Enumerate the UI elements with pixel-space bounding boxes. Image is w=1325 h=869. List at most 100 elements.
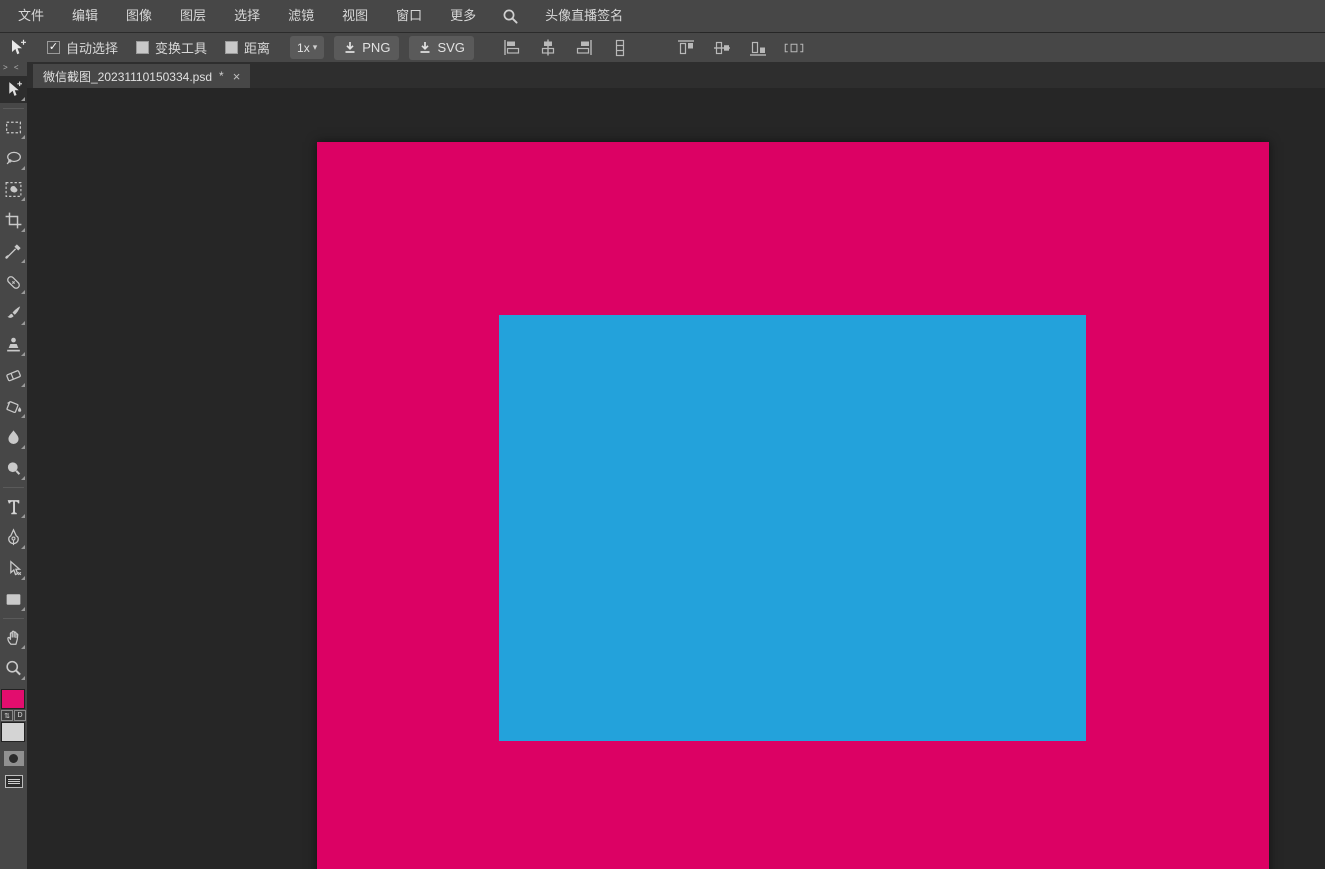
menu-image[interactable]: 图像	[112, 0, 166, 32]
checkbox-transform-controls[interactable]: 变换工具	[136, 38, 207, 57]
tool-zoom[interactable]	[0, 655, 27, 682]
subtool-corner	[21, 476, 25, 480]
menu-layer[interactable]: 图层	[166, 0, 220, 32]
tool-eyedropper[interactable]	[0, 238, 27, 265]
tool-blur[interactable]	[0, 424, 27, 451]
subtool-corner	[21, 645, 25, 649]
menu-edit[interactable]: 编辑	[58, 0, 112, 32]
align-left-icon[interactable]	[502, 38, 522, 58]
search-icon[interactable]	[490, 8, 531, 25]
tool-rectangle-select[interactable]	[0, 114, 27, 141]
checkbox-distance[interactable]: 距离	[225, 38, 270, 57]
blue-rectangle-layer[interactable]	[499, 315, 1086, 741]
tool-group-divider	[3, 618, 24, 619]
subtool-corner	[21, 545, 25, 549]
tool-direct-select[interactable]	[0, 555, 27, 582]
tool-group-divider	[3, 487, 24, 488]
tool-pen[interactable]	[0, 524, 27, 551]
main-area: > <	[0, 62, 1325, 869]
subtool-corner	[21, 414, 25, 418]
psd-document[interactable]	[317, 142, 1269, 869]
document-tab[interactable]: 微信截图_20231110150334.psd * ×	[33, 64, 250, 88]
menu-file[interactable]: 文件	[4, 0, 58, 32]
background-color-swatch[interactable]	[1, 722, 25, 742]
tool-paint-bucket[interactable]	[0, 393, 27, 420]
export-svg-label: SVG	[437, 40, 464, 55]
color-picker-controls: ⇅ D	[1, 710, 27, 721]
default-colors-button[interactable]: D	[14, 710, 26, 721]
tab-bar: 微信截图_20231110150334.psd * ×	[27, 62, 1325, 88]
subtool-corner	[21, 676, 25, 680]
tool-dodge[interactable]	[0, 455, 27, 482]
tool-group-divider	[3, 108, 24, 109]
sidebar-collapse-toggle[interactable]: > <	[0, 62, 21, 74]
quick-mask-icon	[9, 754, 18, 763]
checkbox-box[interactable]	[136, 41, 149, 54]
align-top-icon[interactable]	[676, 38, 696, 58]
subtool-corner	[21, 166, 25, 170]
subtool-corner	[21, 352, 25, 356]
checkbox-auto-select[interactable]: ✓ 自动选择	[47, 38, 118, 57]
checkbox-label: 距离	[244, 38, 270, 57]
swap-colors-button[interactable]: ⇅	[1, 710, 13, 721]
tool-lasso[interactable]	[0, 145, 27, 172]
align-center-horizontal-icon[interactable]	[538, 38, 558, 58]
quick-mask-button[interactable]	[4, 751, 24, 766]
align-middle-vertical-icon[interactable]	[712, 38, 732, 58]
tool-sidebar: > <	[0, 62, 27, 869]
tool-hand[interactable]	[0, 624, 27, 651]
download-icon	[418, 41, 432, 54]
subtool-corner	[21, 97, 25, 101]
tool-move[interactable]	[0, 76, 27, 103]
tool-type[interactable]	[0, 493, 27, 520]
export-scale-value: 1x	[297, 41, 310, 55]
tab-close-icon[interactable]: ×	[231, 69, 243, 84]
toolbar-more-menu-button[interactable]	[5, 775, 23, 788]
export-png-button[interactable]: PNG	[334, 36, 399, 60]
menu-more[interactable]: 更多	[436, 0, 490, 32]
subtool-corner	[21, 514, 25, 518]
tab-modified-indicator: *	[219, 69, 224, 83]
document-area: 微信截图_20231110150334.psd * ×	[27, 62, 1325, 869]
menu-view[interactable]: 视图	[328, 0, 382, 32]
tab-title: 微信截图_20231110150334.psd	[43, 68, 212, 85]
color-picker: ⇅ D	[0, 689, 27, 742]
tool-rectangle[interactable]	[0, 586, 27, 613]
subtool-corner	[21, 228, 25, 232]
checkbox-box[interactable]	[225, 41, 238, 54]
chevron-down-icon: ▾	[313, 42, 318, 53]
subtool-corner	[21, 445, 25, 449]
tool-object-selection[interactable]	[0, 176, 27, 203]
tool-brush[interactable]	[0, 300, 27, 327]
options-bar: ✓ 自动选择 变换工具 距离 1x ▾ PNG SVG	[0, 33, 1325, 62]
align-bottom-icon[interactable]	[748, 38, 768, 58]
menu-select[interactable]: 选择	[220, 0, 274, 32]
distribute-vertical-icon[interactable]	[610, 38, 630, 58]
menu-account-script[interactable]: 头像直播签名	[531, 0, 637, 32]
subtool-corner	[21, 321, 25, 325]
tool-crop[interactable]	[0, 207, 27, 234]
download-icon	[343, 41, 357, 54]
menu-window[interactable]: 窗口	[382, 0, 436, 32]
tool-eraser[interactable]	[0, 362, 27, 389]
move-cursor-icon	[5, 38, 29, 58]
alignment-toolbar	[502, 38, 804, 58]
subtool-corner	[21, 135, 25, 139]
foreground-color-swatch[interactable]	[1, 689, 25, 709]
export-scale-select[interactable]: 1x ▾	[290, 36, 324, 59]
subtool-corner	[21, 607, 25, 611]
menu-filter[interactable]: 滤镜	[274, 0, 328, 32]
align-right-icon[interactable]	[574, 38, 594, 58]
subtool-corner	[21, 197, 25, 201]
tool-clone-stamp[interactable]	[0, 331, 27, 358]
checkbox-box[interactable]: ✓	[47, 41, 60, 54]
checkbox-label: 自动选择	[66, 38, 118, 57]
menubar: 文件 编辑 图像 图层 选择 滤镜 视图 窗口 更多 头像直播签名	[0, 0, 1325, 32]
export-svg-button[interactable]: SVG	[409, 36, 473, 60]
subtool-corner	[21, 290, 25, 294]
distribute-horizontal-icon[interactable]	[784, 38, 804, 58]
photo-editor-app: 文件 编辑 图像 图层 选择 滤镜 视图 窗口 更多 头像直播签名 ✓ 自动选择…	[0, 0, 1325, 869]
canvas-viewport[interactable]	[27, 88, 1325, 869]
tool-spot-healing[interactable]	[0, 269, 27, 296]
subtool-corner	[21, 576, 25, 580]
